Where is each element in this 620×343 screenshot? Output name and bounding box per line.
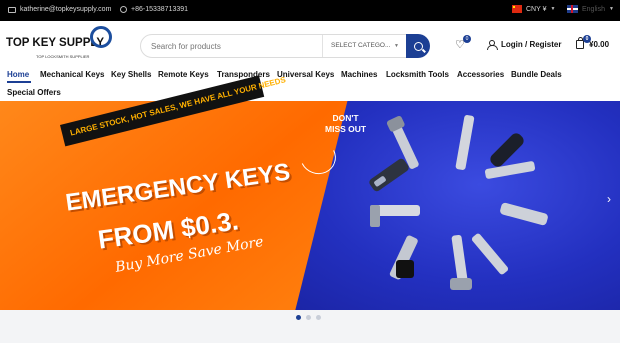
active-nav-underline — [7, 81, 31, 83]
wishlist-button[interactable]: ♡ 0 — [455, 35, 471, 52]
nav-item-key-shells[interactable]: Key Shells — [111, 70, 151, 79]
nav-item-transponders[interactable]: Transponders — [217, 70, 270, 79]
uk-flag-icon — [567, 5, 578, 13]
mail-icon — [8, 6, 16, 13]
nav-item-bundle-deals[interactable]: Bundle Deals — [511, 70, 562, 79]
wishlist-count-badge: 0 — [463, 35, 471, 43]
search-button[interactable] — [406, 34, 430, 58]
user-icon — [487, 40, 498, 50]
email-text: katherine@topkeysupply.com — [20, 6, 112, 13]
category-select-label: SELECT CATEGO... — [331, 42, 391, 49]
top-bar: katherine@topkeysupply.com +86-153387133… — [0, 0, 620, 21]
language-selector[interactable]: English ▼ — [567, 5, 614, 13]
search-input[interactable] — [151, 39, 321, 54]
nav-item-special-offers[interactable]: Special Offers — [7, 88, 61, 97]
nav-item-mechanical-keys[interactable]: Mechanical Keys — [40, 70, 104, 79]
key-blade-icon — [370, 205, 420, 227]
key-blade-icon — [500, 202, 548, 226]
chevron-down-icon: ▼ — [608, 6, 614, 12]
language-label: English — [582, 5, 605, 13]
login-label: Login / Register — [501, 40, 562, 49]
category-select[interactable]: SELECT CATEGO... ▼ — [322, 35, 407, 57]
emergency-keys-image — [369, 115, 548, 291]
site-logo[interactable]: TOP KEY SUPPLY TOP LOCKSMITH SUPPLIER — [6, 24, 112, 68]
phone-text: +86-15338713391 — [131, 6, 189, 13]
key-blade-icon — [369, 158, 409, 192]
chevron-down-icon: ▼ — [394, 43, 399, 49]
search-bar: SELECT CATEGO... ▼ — [140, 34, 430, 58]
nav-item-home[interactable]: Home — [7, 70, 29, 79]
phone-contact[interactable]: +86-15338713391 — [120, 6, 188, 13]
login-register-link[interactable]: Login / Register — [487, 40, 562, 50]
logo-tagline: TOP LOCKSMITH SUPPLIER — [36, 54, 90, 59]
slide-dot-1[interactable] — [296, 315, 301, 320]
china-flag-icon — [512, 5, 522, 13]
nav-item-machines[interactable]: Machines — [341, 70, 377, 79]
chevron-right-icon[interactable]: › — [607, 193, 611, 205]
nav-item-remote-keys[interactable]: Remote Keys — [158, 70, 209, 79]
gear-icon — [90, 26, 112, 48]
currency-selector[interactable]: CNY ¥ ▼ — [512, 5, 555, 13]
key-blade-icon — [450, 234, 472, 291]
key-blade-icon — [389, 235, 418, 280]
currency-label: CNY ¥ — [526, 5, 547, 13]
key-blade-icon — [471, 233, 509, 275]
key-blade-icon — [484, 161, 536, 179]
key-blade-icon — [455, 115, 475, 170]
cart-button[interactable]: 0 ¥0.00 — [576, 35, 610, 49]
email-contact[interactable]: katherine@topkeysupply.com — [8, 6, 111, 13]
cart-total: ¥0.00 — [589, 40, 610, 49]
slider-pagination — [296, 315, 321, 320]
phone-icon — [120, 6, 127, 13]
slide-dot-2[interactable] — [306, 315, 311, 320]
chevron-down-icon: ▼ — [550, 6, 556, 12]
nav-item-accessories[interactable]: Accessories — [457, 70, 504, 79]
slide-dot-3[interactable] — [316, 315, 321, 320]
search-icon — [413, 41, 423, 51]
banner-orange-panel — [0, 101, 350, 310]
cart-count-badge: 0 — [583, 35, 591, 43]
nav-item-locksmith-tools[interactable]: Locksmith Tools — [386, 70, 449, 79]
nav-item-universal-keys[interactable]: Universal Keys — [277, 70, 334, 79]
